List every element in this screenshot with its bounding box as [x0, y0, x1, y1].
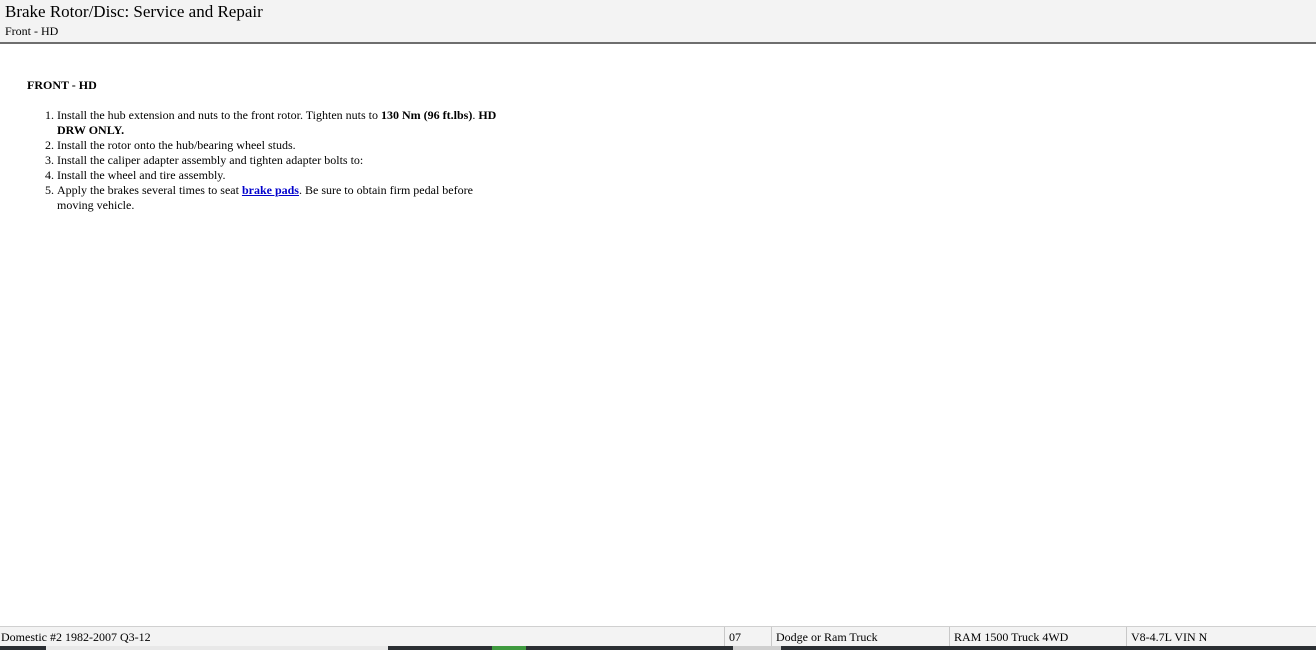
step-5-text-a: Apply the brakes several times to seat: [57, 183, 242, 197]
page-title: Brake Rotor/Disc: Service and Repair: [5, 2, 263, 21]
status-year: 07: [724, 627, 771, 647]
status-model: RAM 1500 Truck 4WD: [949, 627, 1126, 647]
page-subtitle: Front - HD: [5, 24, 59, 38]
step-3: Install the caliper adapter assembly and…: [57, 153, 497, 168]
step-3-text: Install the caliper adapter assembly and…: [57, 153, 364, 167]
taskbar-segment: [733, 646, 781, 650]
step-4: Install the wheel and tire assembly.: [57, 168, 497, 183]
brake-pads-link[interactable]: brake pads: [242, 183, 299, 197]
step-5: Apply the brakes several times to seat b…: [57, 183, 497, 213]
step-1-torque: 130 Nm (96 ft.lbs): [380, 108, 473, 122]
document-header: Brake Rotor/Disc: Service and Repair Fro…: [0, 0, 1316, 44]
procedure-steps: Install the hub extension and nuts to th…: [27, 108, 497, 213]
status-bar: Domestic #2 1982-2007 Q3-12 07 Dodge or …: [0, 626, 1316, 647]
section-heading: FRONT - HD: [27, 78, 97, 92]
status-make: Dodge or Ram Truck: [771, 627, 949, 647]
status-database: Domestic #2 1982-2007 Q3-12: [1, 630, 151, 644]
procedure-content: FRONT - HD Install the hub extension and…: [27, 78, 497, 213]
taskbar-segment: [46, 646, 388, 650]
taskbar-segment: [492, 646, 526, 650]
status-engine: V8-4.7L VIN N: [1126, 627, 1316, 647]
step-2: Install the rotor onto the hub/bearing w…: [57, 138, 497, 153]
step-1-text-a: Install the hub extension and nuts to th…: [57, 108, 381, 122]
taskbar-edge: [0, 646, 1316, 650]
step-4-text: Install the wheel and tire assembly.: [57, 168, 226, 182]
step-2-text: Install the rotor onto the hub/bearing w…: [57, 138, 296, 152]
step-1: Install the hub extension and nuts to th…: [57, 108, 497, 138]
